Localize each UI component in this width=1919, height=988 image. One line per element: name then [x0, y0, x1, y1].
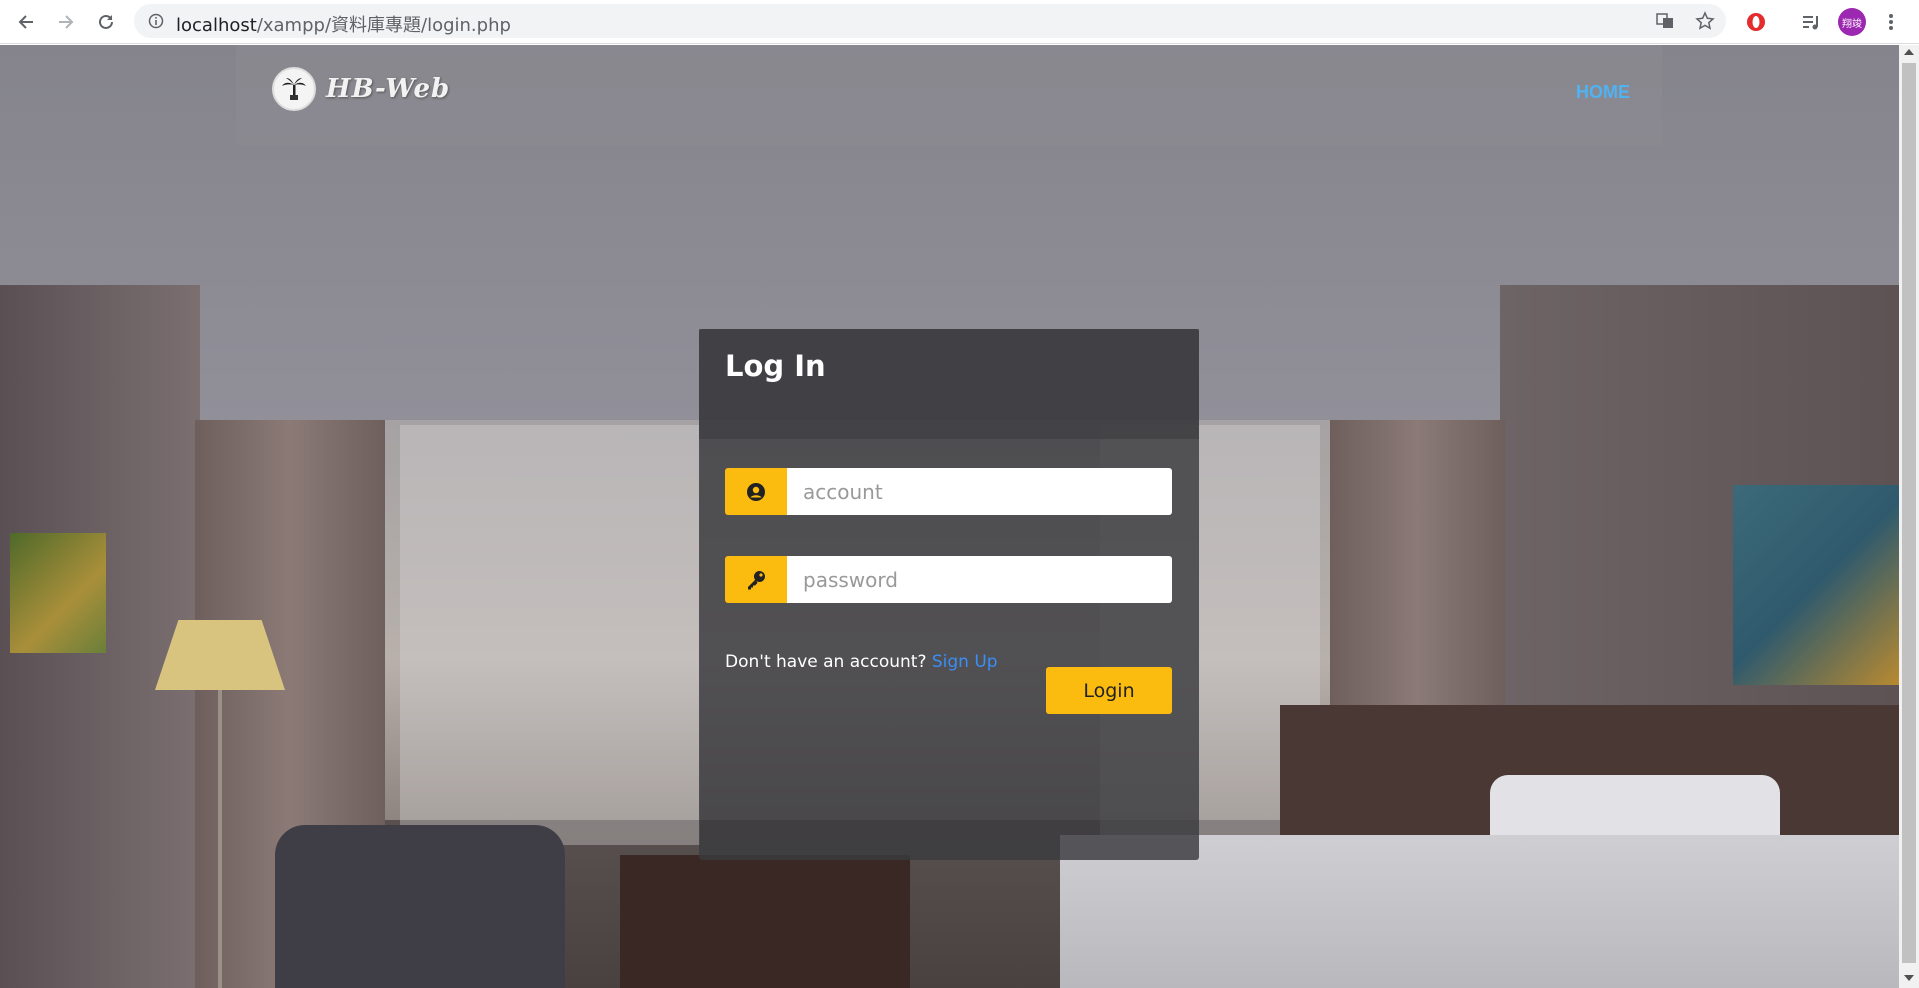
background-armchair — [275, 825, 565, 988]
background-painting — [10, 533, 106, 653]
avatar[interactable]: 翔竣 — [1838, 8, 1866, 36]
login-card: Log In Don't have an account? Sign Up Lo… — [699, 329, 1199, 860]
scroll-up-arrow-icon[interactable] — [1904, 49, 1914, 55]
star-icon[interactable] — [1692, 8, 1718, 34]
url-path: /xampp/資料庫專題/login.php — [256, 15, 511, 36]
signup-link[interactable]: Sign Up — [932, 652, 998, 672]
nav-home-link[interactable]: HOME — [1576, 82, 1630, 103]
background-lamp-pole — [218, 690, 222, 988]
opera-extension-icon[interactable] — [1743, 9, 1769, 35]
page-viewport: HB-Web HOME Log In Don't have an account… — [0, 45, 1899, 988]
key-icon — [725, 556, 787, 603]
login-button[interactable]: Login — [1046, 667, 1172, 714]
url-text: localhost/xampp/資料庫專題/login.php — [176, 11, 511, 37]
info-icon[interactable] — [148, 13, 164, 29]
back-icon[interactable] — [12, 8, 40, 36]
logo-text: HB-Web — [326, 74, 451, 104]
login-card-header: Log In — [699, 329, 1199, 439]
password-input[interactable] — [787, 556, 1172, 603]
password-field-group — [725, 556, 1172, 603]
menu-kebab-icon[interactable] — [1878, 9, 1904, 35]
url-host: localhost — [176, 15, 257, 36]
background-desk — [620, 855, 910, 988]
account-field-group — [725, 468, 1172, 515]
account-input[interactable] — [787, 468, 1172, 515]
palm-tree-icon — [272, 67, 316, 111]
site-logo[interactable]: HB-Web — [272, 67, 450, 111]
signup-prompt-text: Don't have an account? — [725, 652, 927, 672]
browser-toolbar: localhost/xampp/資料庫專題/login.php 翔竣 — [0, 0, 1919, 44]
site-navbar: HB-Web HOME — [236, 45, 1662, 145]
background-painting — [1733, 485, 1899, 685]
scroll-down-arrow-icon[interactable] — [1904, 975, 1914, 981]
address-bar[interactable]: localhost/xampp/資料庫專題/login.php — [134, 4, 1726, 38]
signup-prompt: Don't have an account? Sign Up — [725, 652, 998, 672]
page-title: Log In — [725, 349, 826, 383]
forward-icon[interactable] — [52, 8, 80, 36]
scrollbar-thumb[interactable] — [1902, 63, 1916, 963]
translate-icon[interactable] — [1652, 8, 1678, 34]
user-circle-icon — [725, 468, 787, 515]
page-scrollbar[interactable] — [1899, 45, 1919, 988]
background-sheer — [400, 425, 700, 845]
reload-icon[interactable] — [92, 8, 120, 36]
media-queue-icon[interactable] — [1798, 9, 1824, 35]
